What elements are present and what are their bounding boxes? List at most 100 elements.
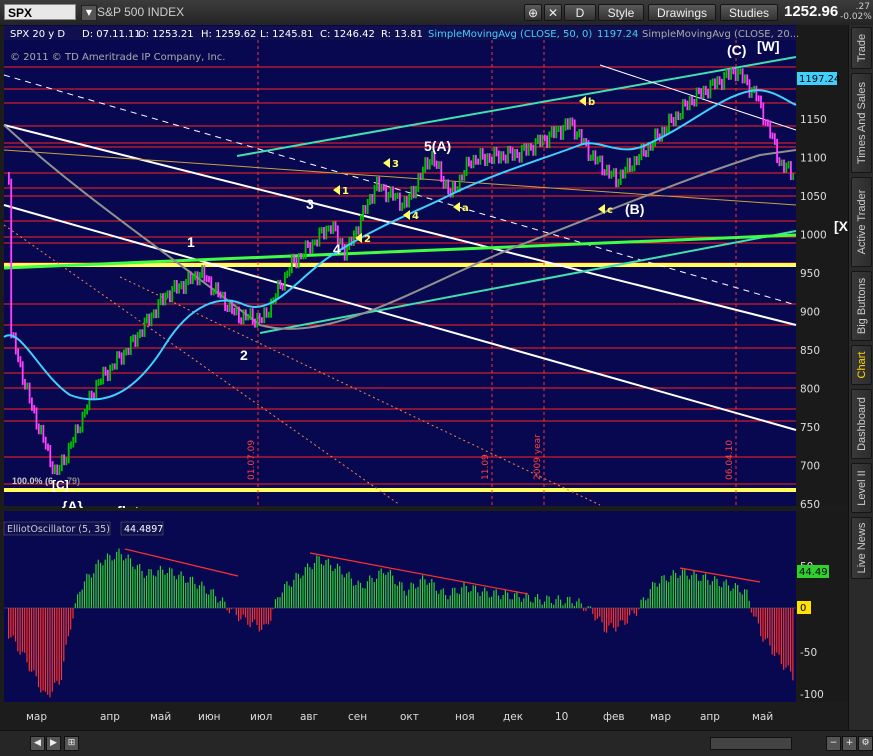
- price-bar: [719, 76, 721, 85]
- osc-bar: [461, 587, 462, 608]
- price-bar: [611, 171, 613, 179]
- osc-bar: [123, 560, 124, 608]
- price-bar: [213, 288, 215, 295]
- osc-bar: [682, 569, 683, 608]
- price-bar: [371, 194, 373, 204]
- osc-bar: [160, 566, 161, 608]
- osc-bar: [70, 608, 71, 629]
- tab-dashboard-label: Dashboard: [856, 397, 868, 451]
- tab-trade[interactable]: Trade: [851, 27, 872, 69]
- osc-bar: [523, 598, 524, 608]
- osc-bar: [572, 603, 573, 608]
- osc-bar: [362, 588, 363, 608]
- price-bar: [415, 186, 417, 198]
- price-bar: [247, 314, 249, 320]
- tab-active-trader[interactable]: Active Trader: [851, 177, 872, 267]
- osc-bar: [266, 608, 267, 624]
- price-bar: [466, 157, 468, 176]
- vertical-marker-label: 06.04.10: [725, 440, 735, 480]
- triangle-label: c: [607, 205, 613, 216]
- osc-bar: [544, 602, 545, 608]
- price-bar: [40, 425, 42, 435]
- price-bar: [128, 348, 130, 355]
- osc-bar: [183, 576, 184, 608]
- price-bar: [618, 179, 620, 187]
- tab-chart[interactable]: Chart: [851, 345, 872, 385]
- tab-dashboard[interactable]: Dashboard: [851, 389, 872, 459]
- wave-c-label: (C): [727, 42, 746, 58]
- osc-bar: [282, 593, 283, 609]
- period-button[interactable]: D: [564, 4, 596, 21]
- osc-bar: [735, 583, 736, 608]
- osc-bar: [707, 580, 708, 608]
- osc-bar: [767, 608, 768, 638]
- osc-bar: [521, 602, 522, 608]
- price-bar: [627, 158, 629, 173]
- price-bar: [125, 348, 127, 356]
- price-bar: [482, 148, 484, 160]
- price-bar: [705, 86, 707, 95]
- symbol-dropdown-icon[interactable]: ▼: [81, 5, 97, 21]
- osc-bar: [562, 605, 563, 608]
- osc-bar: [151, 569, 152, 608]
- wave-2-label: 2: [240, 347, 248, 363]
- zoom-out-icon[interactable]: −: [826, 736, 841, 751]
- expand-icon[interactable]: ⊞: [64, 736, 79, 751]
- price-bar: [284, 272, 286, 290]
- osc-bar: [20, 608, 21, 655]
- osc-bar: [454, 588, 455, 608]
- scroll-right-icon[interactable]: ▶: [46, 736, 61, 751]
- osc-bar: [236, 608, 237, 615]
- price-bar: [183, 281, 185, 294]
- price-bar: [178, 283, 180, 293]
- price-bar: [208, 276, 210, 282]
- osc-bar: [781, 608, 782, 664]
- zoom-in-icon[interactable]: +: [842, 736, 857, 751]
- osc-bar: [31, 608, 32, 672]
- osc-bar: [445, 595, 446, 608]
- price-bar: [385, 185, 387, 203]
- tab-big-buttons[interactable]: Big Buttons: [851, 271, 872, 341]
- zoom-icon[interactable]: ⊕: [524, 4, 542, 21]
- style-button[interactable]: Style: [598, 4, 644, 21]
- price-bar: [597, 156, 599, 164]
- price-bar: [388, 192, 390, 202]
- wave-x-label: [X]: [834, 218, 848, 234]
- tab-level-ii[interactable]: Level II: [851, 463, 872, 513]
- price-bar: [687, 101, 689, 111]
- price-bar: [762, 102, 764, 125]
- tab-times-and-sales[interactable]: Times And Sales: [851, 73, 872, 173]
- price-bar: [238, 307, 240, 324]
- tab-live-news[interactable]: Live News: [851, 517, 872, 579]
- osc-bar: [532, 603, 533, 608]
- osc-bar: [477, 593, 478, 609]
- header-range: R: 13.81: [381, 29, 423, 40]
- pane-splitter[interactable]: [0, 508, 848, 511]
- price-bar: [132, 335, 134, 343]
- price-bar: [553, 126, 555, 138]
- osc-bar: [728, 586, 729, 609]
- osc-bar: [415, 589, 416, 609]
- chart-area[interactable]: SPX 20 y D D: 07.11.11 O: 1253.21 H: 125…: [0, 25, 848, 730]
- bottom-scrollbar[interactable]: ◀ ▶ ⊞ − + ⚙: [0, 730, 873, 756]
- crosshair-icon[interactable]: ✕: [544, 4, 562, 21]
- osc-bar: [526, 593, 527, 608]
- price-bar: [468, 157, 470, 167]
- price-bar: [383, 184, 385, 191]
- price-bar: [703, 86, 705, 99]
- osc-bar: [52, 608, 53, 692]
- drawings-button[interactable]: Drawings: [648, 4, 716, 21]
- studies-button[interactable]: Studies: [720, 4, 778, 21]
- settings-icon[interactable]: ⚙: [858, 736, 873, 751]
- tab-chart-label: Chart: [856, 352, 868, 379]
- osc-bar: [118, 549, 119, 608]
- scroll-left-icon[interactable]: ◀: [30, 736, 45, 751]
- symbol-input[interactable]: SPX: [4, 4, 76, 20]
- scroll-thumb[interactable]: [710, 737, 792, 750]
- osc-bar: [26, 608, 27, 662]
- price-bar: [112, 363, 114, 370]
- osc-bar: [100, 563, 101, 608]
- price-bar: [392, 186, 394, 200]
- price-bar: [367, 199, 369, 214]
- osc-bar: [698, 581, 699, 608]
